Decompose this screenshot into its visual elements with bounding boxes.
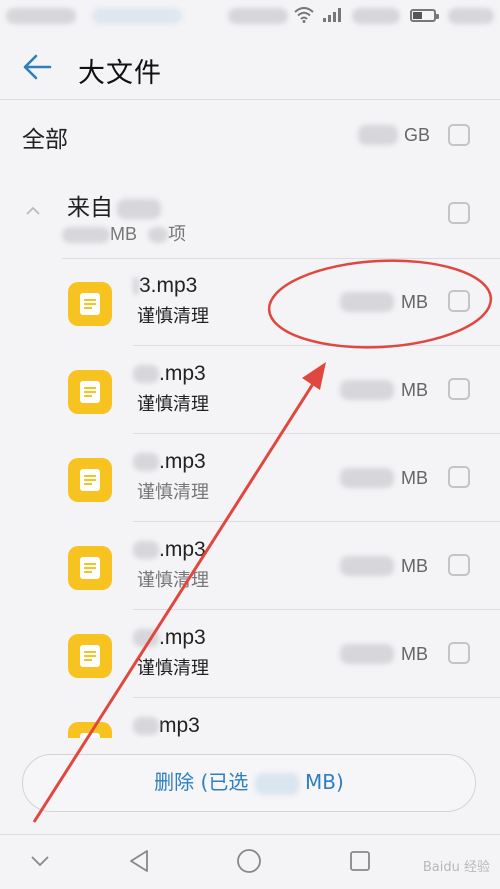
delete-button-prefix: 删除 (已选 [154, 770, 249, 794]
source-prefix: 来自 [67, 195, 113, 221]
file-row[interactable]: .mp3 谨慎清理 MB [0, 346, 500, 434]
file-name: .mp3 [133, 450, 206, 474]
file-name: .mp3 [133, 626, 206, 650]
page-title: 大文件 [78, 58, 162, 89]
watermark: Baidu 经验 [422, 860, 490, 875]
file-name-blurred [133, 629, 159, 648]
selected-size-blurred [254, 772, 299, 795]
file-size-blurred [340, 468, 394, 488]
document-icon [68, 546, 112, 590]
app-header: 大文件 [0, 34, 500, 98]
file-size-blurred [340, 380, 394, 400]
document-icon [68, 370, 112, 414]
file-size-unit: MB [401, 292, 428, 312]
total-size-unit: GB [404, 125, 431, 145]
file-row[interactable]: 3.mp3 谨慎清理 MB [0, 258, 500, 346]
document-icon [68, 722, 112, 738]
status-blurred-time [448, 8, 494, 24]
file-name-suffix: .mp3 [159, 626, 206, 649]
source-count-blurred [148, 227, 169, 244]
file-size-unit: MB [401, 380, 428, 400]
source-label: 来自 [67, 188, 161, 222]
source-name-blurred [117, 198, 161, 219]
source-size-blurred [62, 227, 110, 244]
document-icon [68, 634, 112, 678]
file-size-blurred [340, 556, 394, 576]
status-bar [0, 0, 500, 34]
file-checkbox[interactable] [448, 554, 470, 576]
file-hint: 谨慎清理 [137, 658, 209, 679]
file-row[interactable]: .mp3 谨慎清理 MB [0, 522, 500, 610]
file-size-blurred [340, 292, 394, 312]
delete-button[interactable]: 删除 (已选 MB) [22, 754, 476, 812]
file-name: .mp3 [133, 362, 206, 386]
select-all-label: 全部 [22, 127, 68, 153]
file-name-suffix: .mp3 [159, 362, 206, 385]
file-row[interactable]: mp3 [0, 698, 500, 738]
file-hint: 谨慎清理 [137, 306, 209, 327]
chevron-up-icon[interactable] [26, 206, 40, 216]
file-name-blurred [133, 365, 159, 384]
source-group-checkbox[interactable] [448, 202, 470, 224]
status-blurred-middle [228, 8, 288, 24]
file-hint: 谨慎清理 [137, 482, 209, 503]
document-icon [68, 458, 112, 502]
status-blurred-right [352, 8, 400, 24]
file-name-suffix: 3.mp3 [139, 274, 198, 297]
arrow-left-icon[interactable] [22, 54, 52, 80]
file-name-blurred [133, 541, 159, 560]
circle-home-icon[interactable] [236, 848, 262, 874]
delete-button-suffix: MB) [305, 770, 344, 794]
source-group-header[interactable]: 来自 MB 项 [0, 176, 500, 256]
file-row[interactable]: .mp3 谨慎清理 MB [0, 610, 500, 698]
file-name-blurred [133, 453, 159, 472]
file-checkbox[interactable] [448, 378, 470, 400]
file-hint: 谨慎清理 [137, 570, 209, 591]
file-name-suffix: .mp3 [159, 538, 206, 561]
file-name: .mp3 [133, 538, 206, 562]
file-name-blurred [133, 717, 159, 736]
source-summary: MB 项 [62, 220, 186, 246]
file-name-blurred [133, 277, 139, 296]
status-blurred-left [6, 8, 76, 24]
source-count-suffix: 项 [168, 224, 187, 244]
wifi-icon [294, 7, 314, 23]
battery-icon [410, 9, 439, 22]
triangle-back-icon[interactable] [128, 849, 150, 873]
file-name-suffix: .mp3 [159, 450, 206, 473]
source-size-unit: MB [110, 224, 137, 244]
file-size-unit: MB [401, 556, 428, 576]
status-blurred-left-2 [92, 8, 182, 24]
file-size-unit: MB [401, 644, 428, 664]
file-size-unit: MB [401, 468, 428, 488]
select-all-checkbox[interactable] [448, 124, 470, 146]
file-size-blurred [340, 644, 394, 664]
signal-icon [323, 8, 341, 22]
file-checkbox[interactable] [448, 290, 470, 312]
file-checkbox[interactable] [448, 642, 470, 664]
file-name: 3.mp3 [133, 274, 197, 298]
total-size-value [358, 125, 398, 145]
file-row[interactable]: .mp3 谨慎清理 MB [0, 434, 500, 522]
file-name: mp3 [133, 714, 200, 738]
file-checkbox[interactable] [448, 466, 470, 488]
chevron-down-icon[interactable] [30, 855, 50, 867]
square-recents-icon[interactable] [349, 850, 371, 872]
document-icon [68, 282, 112, 326]
file-name-suffix: mp3 [159, 714, 200, 737]
select-all-row[interactable]: 全部 GB [0, 100, 500, 172]
file-hint: 谨慎清理 [137, 394, 209, 415]
